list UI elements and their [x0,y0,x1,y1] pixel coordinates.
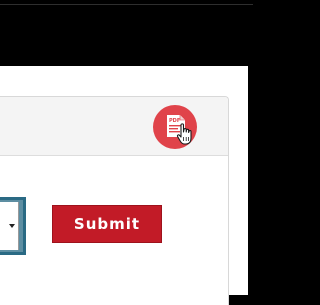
submit-button[interactable]: Submit [52,205,162,243]
top-divider [0,4,253,5]
dropdown-select-field [0,202,19,250]
dropdown-select[interactable] [0,197,26,255]
pdf-export-button[interactable]: PDF [153,105,197,149]
pdf-icon-label: PDF [169,118,180,124]
pdf-file-icon: PDF [167,115,192,145]
panel-header: PDF [0,97,228,156]
page-content: PDF Submit [0,66,248,305]
content-panel: PDF Submit [0,96,229,305]
dropdown-arrow-icon [9,224,15,228]
